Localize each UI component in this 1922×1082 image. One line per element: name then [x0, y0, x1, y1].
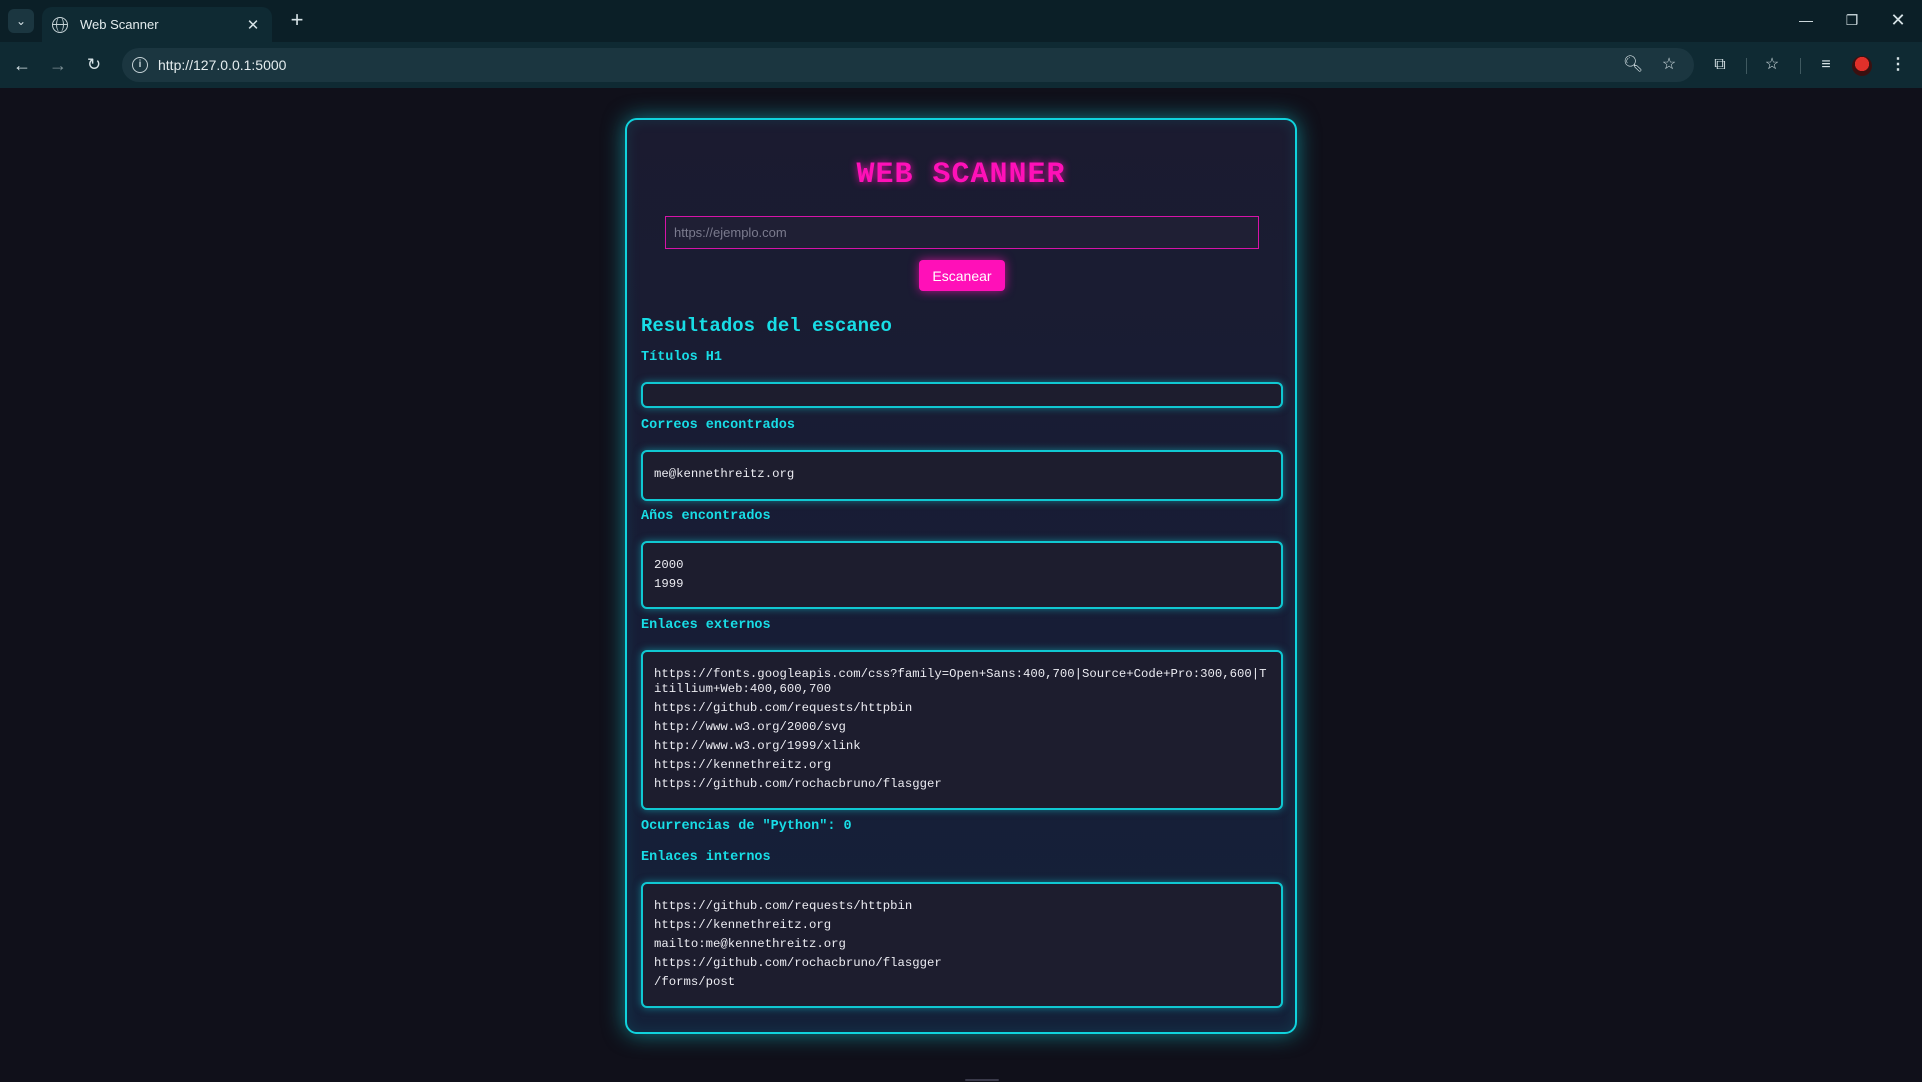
years-section-label: Años encontrados [641, 509, 771, 524]
result-item: me@kennethreitz.org [654, 467, 795, 481]
forward-button[interactable]: → [44, 51, 72, 79]
result-item: 1999 [654, 577, 684, 591]
scanner-card: WEB SCANNER Escanear Resultados del esca… [625, 118, 1297, 1034]
result-item: https://kennethreitz.org [654, 918, 832, 932]
external-links-section-label: Enlaces externos [641, 618, 771, 633]
restore-button[interactable]: ❐ [1832, 9, 1872, 31]
info-icon[interactable]: i [132, 57, 148, 73]
close-icon: ✕ [1890, 10, 1906, 30]
globe-icon [52, 16, 68, 33]
new-tab-button[interactable]: + [284, 8, 310, 34]
scroll-indicator [965, 1079, 999, 1081]
result-item: mailto:me@kennethreitz.org [654, 937, 846, 951]
result-item: http://www.w3.org/2000/svg [654, 720, 846, 734]
close-icon[interactable]: ✕ [244, 16, 262, 34]
url-text[interactable]: http://127.0.0.1:5000 [158, 57, 286, 73]
toolbar-divider [1746, 58, 1747, 74]
reload-icon: ↻ [86, 55, 102, 74]
browser-toolbar: ← → ↻ i http://127.0.0.1:5000 🔍︎ ☆ ⧉ ☆ ≡… [0, 42, 1922, 88]
url-input[interactable] [665, 216, 1259, 249]
emails-results-box: me@kennethreitz.org [641, 450, 1283, 501]
result-item: https://github.com/requests/httpbin [654, 899, 913, 913]
emails-section-label: Correos encontrados [641, 418, 795, 433]
puzzle-icon[interactable]: ⧉ [1706, 51, 1734, 79]
tab-web-scanner[interactable]: Web Scanner ✕ [42, 7, 272, 42]
arrow-left-icon: ← [13, 55, 31, 75]
minimize-button[interactable]: — [1786, 9, 1826, 31]
back-button[interactable]: ← [8, 51, 36, 79]
results-heading: Resultados del escaneo [641, 315, 892, 337]
scan-button[interactable]: Escanear [919, 260, 1005, 291]
internal-links-section-label: Enlaces internos [641, 850, 771, 865]
tab-strip: ⌄ Web Scanner ✕ + — ❐ ✕ [0, 0, 1922, 42]
result-item: https://github.com/requests/httpbin [654, 701, 913, 715]
result-item: https://kennethreitz.org [654, 758, 832, 772]
avatar[interactable] [1852, 56, 1872, 76]
page-title: WEB SCANNER [856, 158, 1066, 192]
zoom-icon[interactable]: 🔍︎ [1622, 54, 1644, 76]
close-window-button[interactable]: ✕ [1878, 9, 1918, 31]
favorites-icon[interactable]: ☆ [1758, 51, 1786, 79]
result-item: https://fonts.googleapis.com/css?family=… [654, 667, 1267, 696]
star-icon[interactable]: ☆ [1658, 54, 1680, 76]
internal-links-results-box: https://github.com/requests/httpbin https… [641, 882, 1283, 1008]
page-viewport: WEB SCANNER Escanear Resultados del esca… [0, 88, 1922, 1082]
browser-chrome: ⌄ Web Scanner ✕ + — ❐ ✕ ← → ↻ i http://1… [0, 0, 1922, 88]
address-bar[interactable]: i http://127.0.0.1:5000 🔍︎ ☆ [122, 48, 1694, 82]
plus-icon: + [290, 7, 304, 32]
reload-button[interactable]: ↻ [80, 51, 108, 79]
result-item: 2000 [654, 558, 684, 572]
media-control-icon[interactable]: ≡ [1812, 51, 1840, 79]
result-item: http://www.w3.org/1999/xlink [654, 739, 861, 753]
kebab-menu-icon[interactable]: ⋮ [1884, 51, 1912, 79]
result-item: https://github.com/rochacbruno/flasgger [654, 956, 942, 970]
result-item: https://github.com/rochacbruno/flasgger [654, 777, 942, 791]
h1-results-box [641, 382, 1283, 408]
h1-section-label: Títulos H1 [641, 350, 723, 365]
toolbar-divider [1800, 58, 1801, 74]
tab-search-button[interactable]: ⌄ [8, 9, 34, 33]
minimize-icon: — [1799, 12, 1813, 28]
restore-icon: ❐ [1845, 12, 1859, 28]
tab-title: Web Scanner [80, 17, 159, 32]
arrow-right-icon: → [49, 55, 67, 75]
python-count-label: Ocurrencias de "Python": 0 [641, 819, 852, 834]
chevron-down-icon: ⌄ [15, 14, 27, 28]
external-links-results-box: https://fonts.googleapis.com/css?family=… [641, 650, 1283, 810]
years-results-box: 2000 1999 [641, 541, 1283, 609]
result-item: /forms/post [654, 975, 736, 989]
